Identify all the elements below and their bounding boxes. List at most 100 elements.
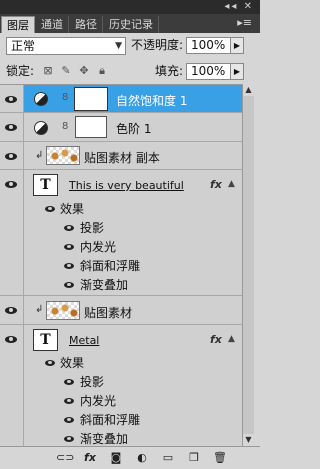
effects-header[interactable]: 效果 xyxy=(0,200,242,219)
effect-item[interactable]: 内发光 xyxy=(0,238,242,257)
tab-layers[interactable]: 图层 xyxy=(1,16,35,33)
effect-item[interactable]: 斜面和浮雕 xyxy=(0,257,242,276)
new-adjustment-icon[interactable]: ◐ xyxy=(134,451,150,465)
opacity-label: 不透明度: xyxy=(131,38,184,52)
effect-label: 渐变叠加 xyxy=(80,432,129,446)
fill-slider-button[interactable]: ▶ xyxy=(230,63,244,80)
effect-item[interactable]: 投影 xyxy=(0,219,242,238)
link-layers-icon[interactable]: ⊂⊃ xyxy=(56,451,74,465)
new-layer-icon[interactable]: ❐ xyxy=(186,451,202,465)
tab-history[interactable]: 历史记录 xyxy=(104,16,159,33)
adjustment-layer-icon xyxy=(34,121,48,135)
fx-icon[interactable]: fx xyxy=(210,333,222,346)
effect-label: 内发光 xyxy=(80,394,117,408)
layer-name[interactable]: 贴图素材 xyxy=(84,304,132,321)
layer-thumbnail[interactable] xyxy=(46,146,80,165)
visibility-eye-icon[interactable] xyxy=(5,181,17,188)
new-group-folder-icon[interactable]: ▭ xyxy=(160,451,176,465)
effect-visibility-eye-icon[interactable] xyxy=(64,282,74,288)
effect-label: 投影 xyxy=(80,375,105,389)
lock-pixels-brush-icon[interactable]: ✎ xyxy=(60,65,72,77)
scroll-down-icon[interactable]: ▼ xyxy=(243,434,254,446)
panel-menu-icon[interactable]: ▸≡ xyxy=(237,16,252,29)
layer-row-levels[interactable]: 8 色阶 1 xyxy=(0,113,242,142)
layer-name[interactable]: 色阶 1 xyxy=(116,120,151,137)
tab-channels[interactable]: 通道 xyxy=(36,16,69,33)
effects-label: 效果 xyxy=(60,202,85,216)
effect-visibility-eye-icon[interactable] xyxy=(64,244,74,250)
blend-mode-value: 正常 xyxy=(11,39,36,53)
effect-visibility-eye-icon[interactable] xyxy=(45,360,55,366)
lock-all-icon[interactable]: 🔒︎ xyxy=(96,65,108,77)
layer-name[interactable]: 贴图素材 副本 xyxy=(84,149,160,166)
chain-link-icon[interactable]: 8 xyxy=(62,121,68,132)
effect-item[interactable]: 投影 xyxy=(0,373,242,392)
panel-tabs: 图层 通道 路径 历史记录 xyxy=(0,14,260,33)
effects-header[interactable]: 效果 xyxy=(0,354,242,373)
effect-visibility-eye-icon[interactable] xyxy=(45,206,55,212)
collapse-triangle-icon[interactable]: ▲ xyxy=(228,179,235,189)
lock-transparency-icon[interactable]: ⊠ xyxy=(42,65,54,77)
layer-thumbnail[interactable] xyxy=(46,301,80,320)
layer-row-vibrance[interactable]: 8 自然饱和度 1 xyxy=(0,85,242,113)
opacity-slider-button[interactable]: ▶ xyxy=(230,37,244,54)
blend-mode-select[interactable]: 正常 ▼ xyxy=(6,37,126,55)
effect-label: 斜面和浮雕 xyxy=(80,259,141,273)
lock-fill-row: 锁定: ⊠ ✎ ✥ 🔒︎ 填充: 100% ▶ xyxy=(0,60,260,84)
effects-label: 效果 xyxy=(60,356,85,370)
layer-row-text-metal[interactable]: T Metal fx ▲ xyxy=(0,325,242,354)
opacity-input[interactable]: 100% xyxy=(186,37,232,54)
fx-icon[interactable]: fx xyxy=(210,178,222,191)
fill-label: 填充: xyxy=(155,64,184,78)
effect-visibility-eye-icon[interactable] xyxy=(64,398,74,404)
visibility-eye-icon[interactable] xyxy=(5,336,17,343)
panel-top-strip: ◂◂ ✕ xyxy=(0,0,260,14)
tab-paths[interactable]: 路径 xyxy=(70,16,103,33)
add-mask-icon[interactable]: ◙ xyxy=(108,451,124,465)
layer-name[interactable]: This is very beautiful xyxy=(69,179,184,192)
effect-visibility-eye-icon[interactable] xyxy=(64,225,74,231)
blend-opacity-row: 正常 ▼ 不透明度: 100% ▶ xyxy=(0,34,260,58)
clipping-arrow-icon: ↲ xyxy=(35,304,44,315)
layer-row-text-beautiful[interactable]: T This is very beautiful fx ▲ xyxy=(0,170,242,200)
collapse-triangle-icon[interactable]: ▲ xyxy=(228,334,235,344)
panel-window-controls[interactable]: ◂◂ ✕ xyxy=(224,1,254,12)
clipping-arrow-icon: ↲ xyxy=(35,150,44,161)
chevron-down-icon: ▼ xyxy=(115,41,122,51)
chain-link-icon[interactable]: 8 xyxy=(62,92,68,103)
lock-label: 锁定: xyxy=(6,64,35,78)
effect-visibility-eye-icon[interactable] xyxy=(64,436,74,442)
effect-visibility-eye-icon[interactable] xyxy=(64,263,74,269)
panel-right-edge xyxy=(254,84,260,446)
effect-item[interactable]: 渐变叠加 xyxy=(0,276,242,296)
visibility-eye-icon[interactable] xyxy=(5,307,17,314)
visibility-eye-icon[interactable] xyxy=(5,124,17,131)
text-layer-thumbnail[interactable]: T xyxy=(33,174,58,196)
adjustment-layer-icon xyxy=(34,92,48,106)
lock-position-move-icon[interactable]: ✥ xyxy=(78,65,90,77)
visibility-eye-icon[interactable] xyxy=(5,153,17,160)
trash-icon[interactable]: 🗑︎ xyxy=(212,451,228,465)
layer-row-texture-copy[interactable]: ↲ 贴图素材 副本 xyxy=(0,142,242,170)
fx-add-style-icon[interactable]: fx xyxy=(82,451,98,465)
effect-visibility-eye-icon[interactable] xyxy=(64,379,74,385)
effect-label: 渐变叠加 xyxy=(80,278,129,292)
layer-mask-thumbnail[interactable] xyxy=(74,87,108,111)
layer-mask-thumbnail[interactable] xyxy=(75,116,107,138)
effect-item[interactable]: 内发光 xyxy=(0,392,242,411)
effect-item[interactable]: 斜面和浮雕 xyxy=(0,411,242,430)
effect-label: 斜面和浮雕 xyxy=(80,413,141,427)
layers-bottom-toolbar: ⊂⊃ fx ◙ ◐ ▭ ❐ 🗑︎ xyxy=(0,446,260,469)
fill-input[interactable]: 100% xyxy=(186,63,232,80)
layer-row-texture[interactable]: ↲ 贴图素材 xyxy=(0,296,242,325)
visibility-eye-icon[interactable] xyxy=(5,96,17,103)
effect-item[interactable]: 渐变叠加 xyxy=(0,430,242,447)
effect-label: 投影 xyxy=(80,221,105,235)
layer-name[interactable]: Metal xyxy=(69,334,99,347)
layers-list: 8 自然饱和度 1 8 色阶 1 ↲ 贴图素材 副本 T This is ver… xyxy=(0,84,242,447)
text-layer-thumbnail[interactable]: T xyxy=(33,329,58,351)
scroll-up-icon[interactable]: ▲ xyxy=(243,84,254,96)
layers-scrollbar[interactable]: ▲ ▼ xyxy=(242,84,254,446)
effect-visibility-eye-icon[interactable] xyxy=(64,417,74,423)
layer-name[interactable]: 自然饱和度 1 xyxy=(116,92,187,109)
